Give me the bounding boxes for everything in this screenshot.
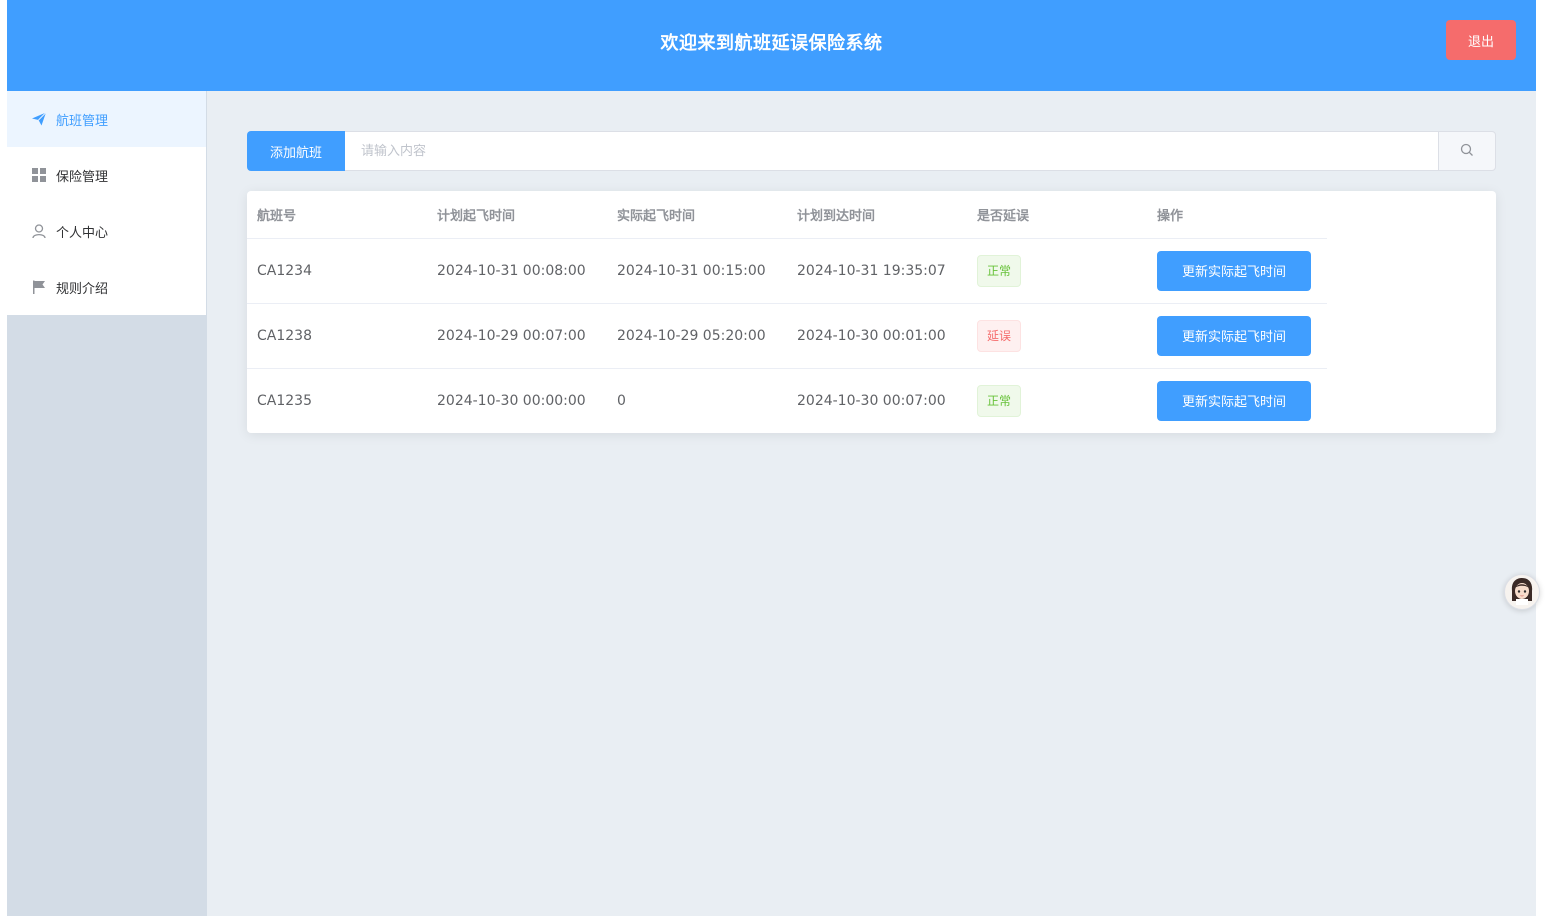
grid-icon (31, 167, 47, 183)
column-header-planned-departure: 计划起飞时间 (427, 191, 607, 239)
sidebar-item-label: 航班管理 (56, 113, 109, 129)
sidebar-item-insurance-management[interactable]: 保险管理 (7, 147, 206, 203)
user-icon (31, 223, 47, 239)
sidebar-item-flight-management[interactable]: 航班管理 (7, 91, 206, 147)
add-flight-button[interactable]: 添加航班 (247, 131, 345, 171)
table-row: CA1234 2024-10-31 00:08:00 2024-10-31 00… (247, 238, 1327, 304)
search-icon (1460, 142, 1474, 161)
search-input[interactable] (345, 131, 1438, 171)
cell-actions: 更新实际起飞时间 (1147, 238, 1327, 304)
cell-status: 延误 (967, 303, 1147, 369)
cell-flight-number: CA1234 (247, 238, 427, 304)
update-actual-departure-button[interactable]: 更新实际起飞时间 (1157, 380, 1311, 421)
column-header-actions: 操作 (1147, 191, 1327, 239)
cell-actual-departure: 2024-10-31 00:15:00 (607, 238, 787, 304)
paper-plane-icon (31, 111, 47, 127)
cell-planned-departure: 2024-10-30 00:00:00 (437, 392, 586, 409)
column-header-flight-number: 航班号 (247, 191, 427, 239)
table-row: CA1235 2024-10-30 00:00:00 0 2024-10-30 … (247, 368, 1327, 433)
cell-planned-departure: 2024-10-31 00:08:00 (427, 238, 607, 304)
sidebar-item-personal-center[interactable]: 个人中心 (7, 203, 206, 259)
sidebar-item-label: 保险管理 (56, 169, 109, 185)
cell-actual-departure: 0 (617, 392, 626, 409)
cell-actual-departure: 2024-10-29 05:20:00 (607, 303, 787, 369)
update-actual-departure-button[interactable]: 更新实际起飞时间 (1157, 315, 1311, 356)
search-button[interactable] (1438, 131, 1496, 171)
update-actual-departure-button[interactable]: 更新实际起飞时间 (1157, 250, 1311, 291)
sidebar-item-rules-intro[interactable]: 规则介绍 (7, 259, 206, 315)
cell-flight-number: CA1238 (247, 303, 427, 369)
status-badge: 正常 (977, 254, 1022, 287)
sidebar: 航班管理 保险管理 个人中心 规则介绍 (7, 91, 207, 916)
sidebar-item-label: 个人中心 (56, 225, 109, 241)
flight-table: 航班号 计划起飞时间 实际起飞时间 计划到达时间 是否延误 操作 CA1234 … (247, 191, 1327, 433)
table-row: CA1238 2024-10-29 00:07:00 2024-10-29 05… (247, 303, 1327, 369)
cell-planned-departure: 2024-10-29 00:07:00 (427, 303, 607, 369)
flag-icon (31, 279, 47, 295)
status-badge: 正常 (977, 384, 1022, 417)
column-header-planned-arrival: 计划到达时间 (787, 191, 967, 239)
page-title: 欢迎来到航班延误保险系统 (660, 33, 883, 54)
cell-status: 正常 (967, 368, 1147, 433)
header-bar: 欢迎来到航班延误保险系统 退出 (7, 0, 1536, 91)
cell-status: 正常 (967, 238, 1147, 304)
table-header-row: 航班号 计划起飞时间 实际起飞时间 计划到达时间 是否延误 操作 (247, 191, 1327, 239)
cell-planned-arrival: 2024-10-31 19:35:07 (787, 238, 967, 304)
flight-table-card: 航班号 计划起飞时间 实际起飞时间 计划到达时间 是否延误 操作 CA1234 … (247, 191, 1496, 433)
cell-planned-arrival: 2024-10-30 00:01:00 (787, 303, 967, 369)
toolbar: 添加航班 (247, 131, 1496, 171)
app-root: 欢迎来到航班延误保险系统 退出 航班管理 保险管理 个人中心 规则介绍 添加航班… (7, 0, 1536, 916)
assistant-avatar-icon (1507, 575, 1537, 609)
logout-button[interactable]: 退出 (1446, 20, 1516, 60)
sidebar-item-label: 规则介绍 (56, 281, 109, 297)
cell-actions: 更新实际起飞时间 (1147, 303, 1327, 369)
cell-actions: 更新实际起飞时间 (1147, 368, 1327, 433)
status-badge: 延误 (977, 319, 1022, 352)
sidebar-menu: 航班管理 保险管理 个人中心 规则介绍 (7, 91, 206, 315)
assistant-avatar[interactable] (1504, 574, 1540, 610)
cell-flight-number: CA1235 (257, 392, 312, 409)
cell-planned-arrival: 2024-10-30 00:07:00 (797, 392, 946, 409)
column-header-delayed: 是否延误 (967, 191, 1147, 239)
column-header-actual-departure: 实际起飞时间 (607, 191, 787, 239)
